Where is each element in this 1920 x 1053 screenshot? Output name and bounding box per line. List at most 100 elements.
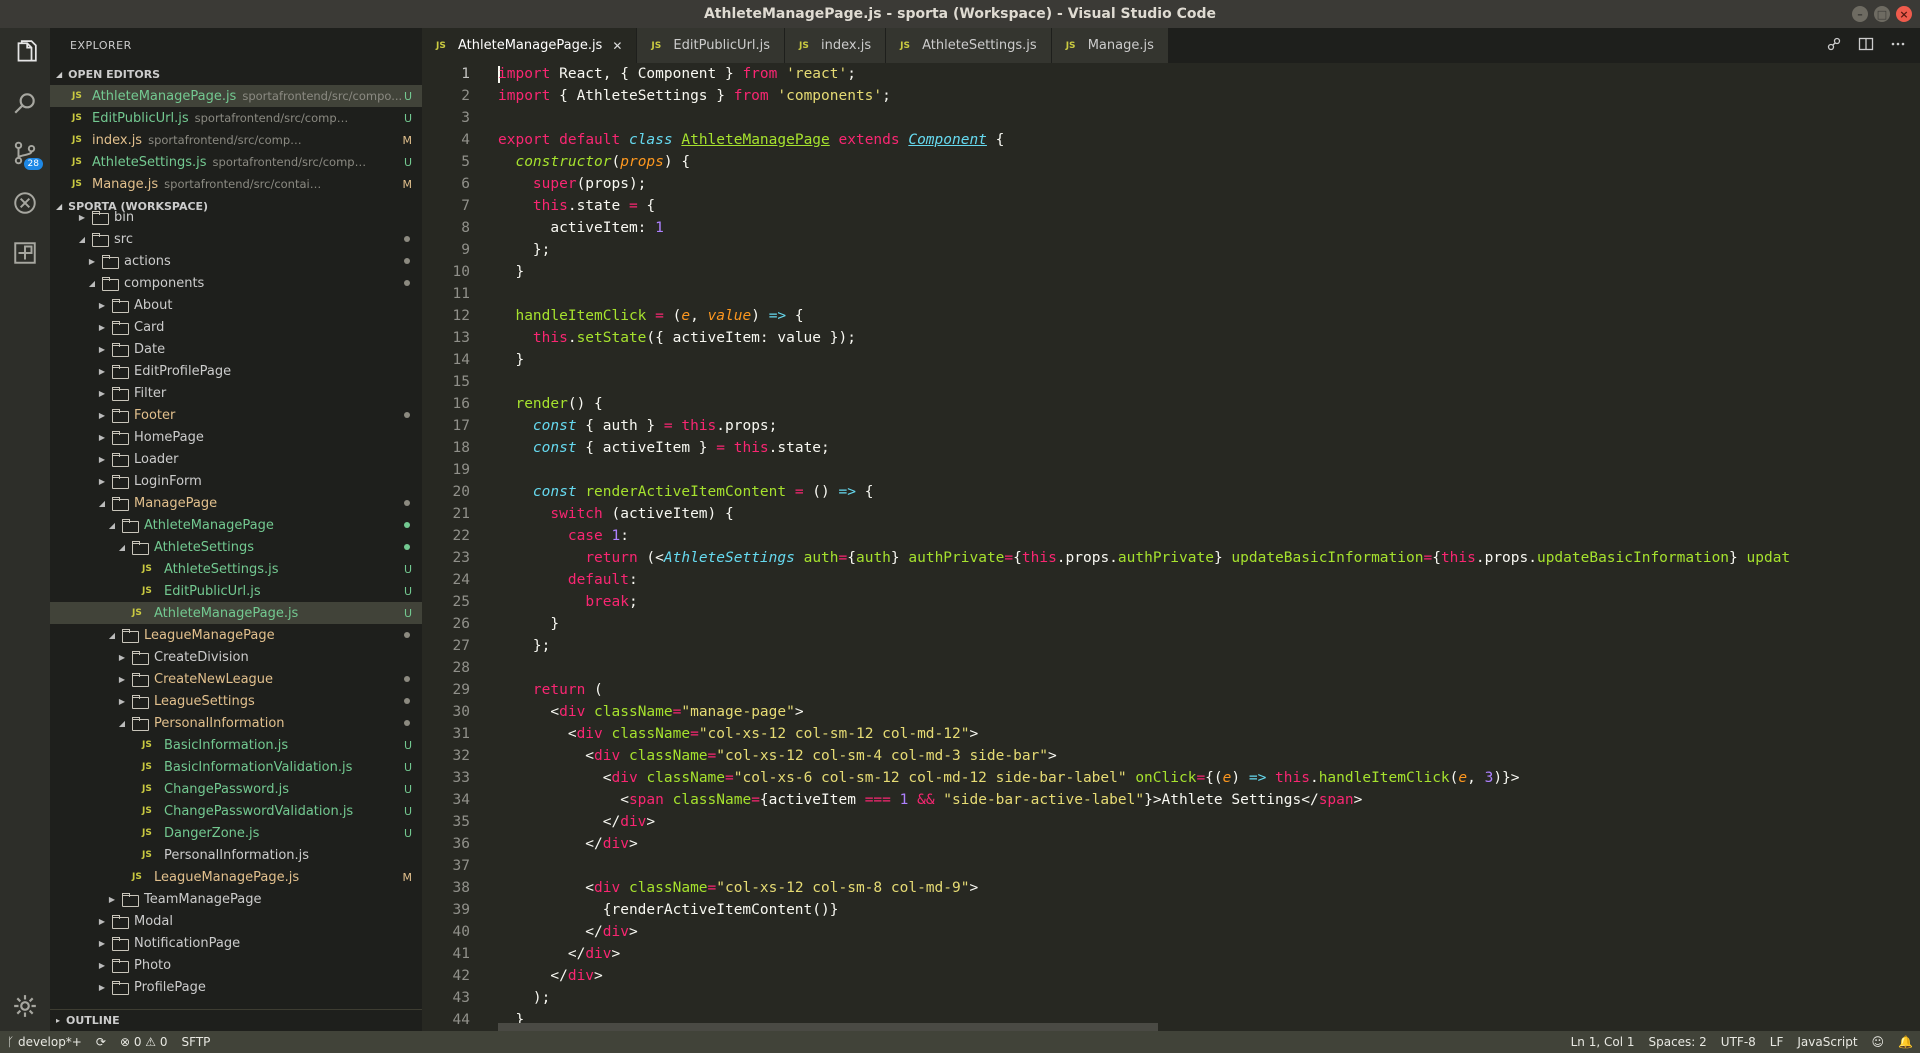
more-actions-icon[interactable] xyxy=(1890,36,1906,56)
tree-file[interactable]: JS EditPublicUrl.js U xyxy=(50,580,422,602)
tree-folder[interactable]: ▶ EditProfilePage xyxy=(50,360,422,382)
notifications-bell-icon[interactable]: 🔔 xyxy=(1891,1035,1920,1049)
maximize-button[interactable]: □ xyxy=(1874,6,1890,22)
tree-folder[interactable]: ◢ components xyxy=(50,272,422,294)
tree-file[interactable]: JS ChangePasswordValidation.js U xyxy=(50,800,422,822)
tree-file[interactable]: JS ChangePassword.js U xyxy=(50,778,422,800)
tree-file[interactable]: JS LeagueManagePage.js M xyxy=(50,866,422,888)
open-editor-item[interactable]: JS EditPublicUrl.js sportafrontend/src/c… xyxy=(50,107,422,129)
folder-icon xyxy=(112,409,129,423)
folder-icon xyxy=(112,981,129,995)
search-icon[interactable] xyxy=(0,78,50,128)
open-editors-header[interactable]: ◢ OPEN EDITORS xyxy=(50,63,422,85)
outline-header[interactable]: ▸ OUTLINE xyxy=(50,1009,422,1031)
tree-item-label: LeagueManagePage xyxy=(144,627,275,643)
tree-file[interactable]: JS PersonalInformation.js xyxy=(50,844,422,866)
branch-icon: ᚴ xyxy=(7,1035,15,1049)
tree-folder[interactable]: ◢ AthleteSettings xyxy=(50,536,422,558)
code-line: import React, { Component } from 'react'… xyxy=(498,65,856,83)
tree-folder[interactable]: ▶ Loader xyxy=(50,448,422,470)
tree-folder[interactable]: ▶ TeamManagePage xyxy=(50,888,422,910)
sftp-status[interactable]: SFTP xyxy=(175,1035,218,1049)
tree-folder[interactable]: ▶ actions xyxy=(50,250,422,272)
tree-folder[interactable]: ◢ PersonalInformation xyxy=(50,712,422,734)
indentation[interactable]: Spaces: 2 xyxy=(1641,1035,1713,1049)
tree-item-label: Loader xyxy=(134,451,179,467)
line-number: 36 xyxy=(452,836,470,852)
tree-folder[interactable]: ◢ ManagePage xyxy=(50,492,422,514)
tree-folder[interactable]: ◢ AthleteManagePage xyxy=(50,514,422,536)
chevron-down-icon: ◢ xyxy=(118,542,126,552)
line-number: 27 xyxy=(452,638,470,654)
tree-folder[interactable]: ◢ LeagueManagePage xyxy=(50,624,422,646)
minimize-button[interactable]: – xyxy=(1852,6,1868,22)
feedback-smiley-icon[interactable]: ☺ xyxy=(1865,1035,1892,1049)
tree-folder[interactable]: ▶ CreateNewLeague xyxy=(50,668,422,690)
tree-folder[interactable]: ▶ HomePage xyxy=(50,426,422,448)
tree-folder[interactable]: ▶ Date xyxy=(50,338,422,360)
chevron-right-icon: ▶ xyxy=(98,300,106,310)
tree-file[interactable]: JS AthleteManagePage.js U xyxy=(50,602,422,624)
language-mode[interactable]: JavaScript xyxy=(1790,1035,1864,1049)
tree-file[interactable]: JS AthleteSettings.js U xyxy=(50,558,422,580)
tree-folder[interactable]: ▶ LoginForm xyxy=(50,470,422,492)
folder-open-icon xyxy=(112,497,129,511)
encoding[interactable]: UTF-8 xyxy=(1714,1035,1763,1049)
js-file-icon: JS xyxy=(142,762,152,772)
tree-folder[interactable]: ▶ NotificationPage xyxy=(50,932,422,954)
source-control-icon[interactable]: 28 xyxy=(0,128,50,178)
open-changes-icon[interactable] xyxy=(1826,36,1842,56)
line-number: 21 xyxy=(452,506,470,522)
line-ending[interactable]: LF xyxy=(1763,1035,1791,1049)
code-line: </div> xyxy=(498,946,621,962)
tree-file[interactable]: JS DangerZone.js U xyxy=(50,822,422,844)
close-window-button[interactable]: × xyxy=(1896,6,1912,22)
tree-item-label: EditPublicUrl.js xyxy=(164,583,261,599)
cursor-position[interactable]: Ln 1, Col 1 xyxy=(1564,1035,1642,1049)
editor-area: JS AthleteManagePage.js ✕ JS EditPublicU… xyxy=(422,28,1920,1031)
tree-folder[interactable]: ▶ Card xyxy=(50,316,422,338)
tree-item-label: AthleteManagePage.js xyxy=(154,605,299,621)
extensions-icon[interactable] xyxy=(0,228,50,278)
folder-open-icon xyxy=(92,233,109,247)
open-editor-item[interactable]: JS AthleteManagePage.js sportafrontend/s… xyxy=(50,85,422,107)
open-editor-item[interactable]: JS index.js sportafrontend/src/component… xyxy=(50,129,422,151)
tree-folder[interactable]: ▶ bin xyxy=(50,206,422,228)
tree-folder[interactable]: ◢ src xyxy=(50,228,422,250)
sync-icon[interactable]: ⟳ xyxy=(89,1035,113,1049)
tree-folder[interactable]: ▶ CreateDivision xyxy=(50,646,422,668)
tab-index[interactable]: JS index.js xyxy=(785,28,887,63)
tab-athletemanagepage[interactable]: JS AthleteManagePage.js ✕ xyxy=(422,28,638,63)
open-editor-name: AthleteManagePage.js xyxy=(92,88,237,104)
code-line: <div className="col-xs-6 col-sm-12 col-m… xyxy=(498,770,1520,786)
tree-folder[interactable]: ▶ ProfilePage xyxy=(50,976,422,998)
code-editor[interactable]: 1 2 3 4 5 6 7 8 9 10 11 12 13 14 15 16 17 18 19 20 21 22 23 24 2… xyxy=(422,63,1920,1031)
tree-folder[interactable]: ▶ About xyxy=(50,294,422,316)
tab-manage[interactable]: JS Manage.js xyxy=(1051,28,1169,63)
js-file-icon: JS xyxy=(651,40,662,51)
problems-indicator[interactable]: ⊗ 0 ⚠ 0 xyxy=(113,1035,175,1049)
tree-folder[interactable]: ▶ Footer xyxy=(50,404,422,426)
tree-file[interactable]: JS BasicInformationValidation.js U xyxy=(50,756,422,778)
debug-icon[interactable] xyxy=(0,178,50,228)
settings-gear-icon[interactable] xyxy=(0,981,50,1031)
open-editor-item[interactable]: JS Manage.js sportafrontend/src/containe… xyxy=(50,173,422,195)
tab-athletesettings[interactable]: JS AthleteSettings.js xyxy=(886,28,1052,63)
explorer-icon[interactable] xyxy=(0,28,50,78)
tree-folder[interactable]: ▶ Filter xyxy=(50,382,422,404)
js-file-icon: JS xyxy=(72,135,82,145)
git-branch[interactable]: ᚴ develop*+ xyxy=(0,1035,89,1049)
tab-editpublicurl[interactable]: JS EditPublicUrl.js xyxy=(637,28,786,63)
modified-dot xyxy=(404,676,410,682)
tree-file[interactable]: JS BasicInformation.js U xyxy=(50,734,422,756)
folder-icon xyxy=(112,387,129,401)
open-editor-item[interactable]: JS AthleteSettings.js sportafrontend/src… xyxy=(50,151,422,173)
close-tab-icon[interactable]: ✕ xyxy=(612,39,622,53)
tree-folder[interactable]: ▶ Modal xyxy=(50,910,422,932)
tree-folder[interactable]: ▶ LeagueSettings xyxy=(50,690,422,712)
split-editor-icon[interactable] xyxy=(1858,36,1874,56)
horizontal-scrollbar[interactable] xyxy=(498,1023,1158,1031)
tree-folder[interactable]: ▶ Photo xyxy=(50,954,422,976)
tree-folder[interactable]: ▶QuickSettings xyxy=(50,998,422,1003)
folder-icon xyxy=(92,211,109,225)
